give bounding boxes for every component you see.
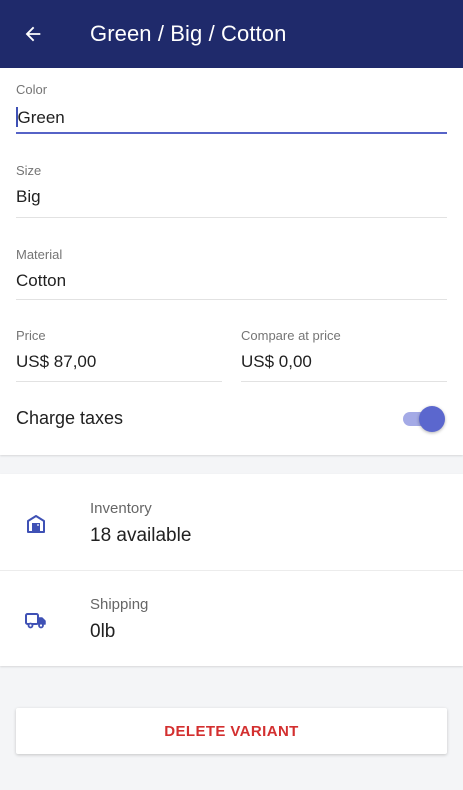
size-label: Size [16, 163, 42, 178]
material-label: Material [16, 247, 63, 262]
compare-price-underline [241, 381, 447, 382]
warehouse-icon [27, 515, 45, 533]
price-field[interactable]: Price US$ 87,00 [16, 300, 222, 382]
compare-price-label: Compare at price [241, 328, 341, 343]
compare-price-field[interactable]: Compare at price US$ 0,00 [241, 300, 447, 382]
price-label: Price [16, 328, 46, 343]
size-input[interactable]: Big [16, 187, 447, 207]
delete-section: DELETE VARIANT [0, 708, 463, 754]
compare-price-input[interactable]: US$ 0,00 [241, 352, 447, 372]
page-title: Green / Big / Cotton [90, 21, 287, 46]
arrow-left-icon [25, 26, 41, 42]
charge-taxes-toggle[interactable] [401, 405, 445, 432]
color-label: Color [16, 82, 48, 97]
list-item-shipping[interactable]: Shipping 0lb [0, 570, 463, 666]
truck-icon [25, 613, 46, 629]
shipping-label: Shipping [90, 596, 149, 613]
delete-variant-button[interactable]: DELETE VARIANT [16, 708, 447, 754]
details-list: Inventory 18 available Shipping 0lb [0, 474, 463, 666]
size-field[interactable]: Size Big [16, 134, 447, 218]
shipping-text: Shipping 0lb [90, 570, 148, 643]
inventory-text: Inventory 18 available [90, 474, 191, 547]
back-button[interactable] [18, 19, 48, 49]
color-value: Green [17, 108, 65, 127]
color-input[interactable]: Green [16, 107, 447, 128]
material-input[interactable]: Cotton [16, 271, 447, 291]
charge-taxes-label: Charge taxes [16, 408, 124, 428]
charge-taxes-row: Charge taxes [16, 382, 447, 455]
variant-form: Color Green Size Big Material Cotton Pri… [0, 68, 463, 455]
list-item-inventory[interactable]: Inventory 18 available [0, 474, 463, 570]
shipping-value: 0lb [90, 621, 116, 642]
price-input[interactable]: US$ 87,00 [16, 352, 222, 372]
inventory-label: Inventory [90, 500, 152, 517]
material-field[interactable]: Material Cotton [16, 218, 447, 300]
price-row: Price US$ 87,00 Compare at price US$ 0,0… [16, 300, 447, 382]
toggle-knob [419, 405, 445, 432]
price-underline [16, 381, 222, 382]
inventory-value: 18 available [90, 525, 192, 546]
app-bar: Green / Big / Cotton [0, 0, 463, 68]
color-field[interactable]: Color Green [16, 68, 447, 134]
